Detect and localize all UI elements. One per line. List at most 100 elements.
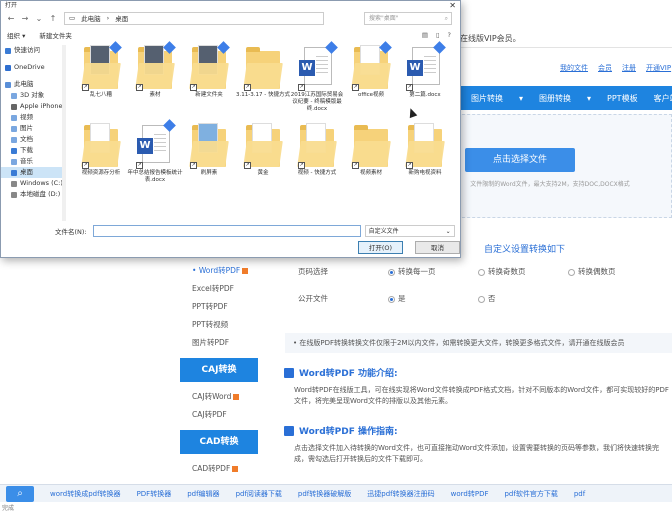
file-item[interactable]: ↗ 刷屏素	[181, 123, 237, 177]
sidebar-item-caj-word[interactable]: CAJ转Word	[180, 388, 258, 406]
file-label: 乱七八糟	[89, 92, 112, 98]
sidebar-head-cad: CAD转换	[180, 430, 258, 454]
nav-item[interactable]: 3D 对象	[1, 90, 64, 101]
nav-item[interactable]: 视频	[1, 112, 64, 123]
radio-public-yes[interactable]: 是	[388, 293, 478, 304]
choose-file-button[interactable]: 点击选择文件	[465, 148, 575, 172]
search-input[interactable]: 搜索"桌面" ⌕	[364, 11, 452, 25]
keyword-link[interactable]: pdf	[574, 490, 585, 498]
keyword-link[interactable]: pdf阅读器下载	[236, 489, 282, 499]
file-item[interactable]: ↗ 视频素材	[343, 123, 399, 177]
file-item[interactable]: ↗ 新购电视资料	[397, 123, 453, 177]
nav-client[interactable]: 客户端	[654, 93, 672, 104]
file-label: 新建文件夹	[195, 92, 223, 98]
breadcrumb-this-pc[interactable]: 此电脑	[81, 13, 101, 23]
dialog-buttons: 打开(O) 取消	[358, 241, 460, 254]
radio-every-page[interactable]: 转换每一页	[388, 266, 478, 277]
new-folder-button[interactable]: 新建文件夹	[39, 30, 72, 40]
back-arrow-icon[interactable]: ←	[4, 14, 18, 23]
folder-icon: ↗	[81, 41, 122, 91]
radio-icon	[478, 268, 485, 276]
filetype-select[interactable]: 自定义文件 ⌄	[364, 225, 455, 237]
file-item[interactable]: W ↗ 第二篇.docx	[397, 41, 453, 99]
nav-item[interactable]: 图片	[1, 123, 64, 134]
keyword-link[interactable]: 迅捷pdf转换器注册码	[367, 489, 434, 499]
link-vip[interactable]: 开通VIP	[646, 63, 671, 73]
nav-item[interactable]: 本地磁盘 (D:)	[1, 189, 64, 200]
nav-item[interactable]: Windows (C:)	[1, 178, 64, 189]
filename-input[interactable]	[92, 225, 361, 237]
custom-settings-title: 自定义设置转换如下	[484, 245, 566, 255]
keyword-link[interactable]: pdf编辑器	[187, 489, 219, 499]
folder-icon: ↗	[351, 41, 392, 91]
sidebar-item-ppt-pdf[interactable]: PPT转PDF	[180, 298, 258, 316]
open-button[interactable]: 打开(O)	[358, 241, 403, 254]
forward-arrow-icon[interactable]: →	[18, 14, 32, 23]
address-bar[interactable]: ▭ 此电脑 › 桌面	[64, 11, 324, 25]
upload-hint: 文件限制的Word文件，最大支持2M，支持DOC,DOCX格式	[470, 181, 630, 188]
convert-sidebar: • Word转PDF Excel转PDF PPT转PDF PPT转视频 图片转P…	[180, 262, 258, 478]
sidebar-item-cad-pdf[interactable]: CAD转PDF	[180, 460, 258, 478]
chevron-down-icon: ⌄	[445, 228, 451, 235]
keyword-link[interactable]: pdf软件官方下载	[504, 489, 557, 499]
keyword-link[interactable]: pdf转换器破解版	[298, 489, 351, 499]
search-icon[interactable]: ⌕	[6, 485, 34, 502]
link-member[interactable]: 会员	[598, 63, 612, 73]
file-item[interactable]: ↗ office视频	[343, 41, 399, 99]
folder-icon: ↗	[189, 41, 230, 91]
folder-icon	[11, 92, 17, 99]
folder-icon	[11, 114, 17, 121]
chevron-down-icon[interactable]: ⌄	[32, 14, 46, 23]
keyword-link[interactable]: PDF转换器	[137, 489, 172, 499]
sidebar-item-caj-pdf[interactable]: CAJ转PDF	[180, 406, 258, 424]
nav-album-convert[interactable]: 图册转换	[539, 93, 571, 104]
folder-icon: ↗	[243, 123, 283, 169]
file-item[interactable]: ↗ 乱七八糟	[73, 41, 129, 99]
help-icon[interactable]: ?	[448, 31, 451, 39]
breadcrumb-desktop[interactable]: 桌面	[115, 13, 128, 23]
file-item[interactable]: ↗ 素材	[127, 41, 183, 99]
nav-item[interactable]: 快速访问	[1, 45, 64, 56]
keyword-link[interactable]: word转PDF	[451, 489, 489, 499]
preview-pane-icon[interactable]: ▯	[436, 31, 440, 39]
sidebar-item-excel-pdf[interactable]: Excel转PDF	[180, 280, 258, 298]
file-item[interactable]: ↗ 3.11-3.17 - 快捷方式	[235, 45, 291, 99]
file-item[interactable]: ↗ 黄金	[235, 123, 291, 177]
dialog-toolbar: 组织 ▾ 新建文件夹 ▤ ▯ ?	[4, 28, 459, 42]
radio-public-no[interactable]: 否	[478, 293, 568, 304]
radio-icon	[478, 295, 485, 303]
keyword-link[interactable]: word转换成pdf转换器	[50, 489, 121, 499]
file-item[interactable]: ↗ 视频资源存分析	[73, 123, 129, 177]
sidebar-item-image-pdf[interactable]: 图片转PDF	[180, 334, 258, 352]
file-item[interactable]: ↗ 新建文件夹	[181, 41, 237, 99]
file-item[interactable]: ↗ 视频 - 快捷方式	[289, 123, 345, 177]
close-icon[interactable]: ✕	[449, 1, 456, 10]
file-item[interactable]: W ↗ 2019江苏国际贸易会议纪要 - 终稿模版最终.docx	[289, 41, 345, 113]
nav-item[interactable]: 下载	[1, 145, 64, 156]
link-my-files[interactable]: 我的文件	[560, 63, 588, 73]
up-arrow-icon[interactable]: ↑	[46, 14, 60, 23]
radio-even-pages[interactable]: 转换偶数页	[568, 266, 658, 277]
nav-item[interactable]: OneDrive	[1, 62, 64, 73]
file-label: 2019江苏国际贸易会议纪要 - 终稿模版最终.docx	[290, 92, 344, 112]
nav-item[interactable]: Apple iPhone	[1, 101, 64, 112]
sidebar-item-ppt-video[interactable]: PPT转视频	[180, 316, 258, 334]
organize-button[interactable]: 组织 ▾	[7, 30, 25, 40]
view-options-icon[interactable]: ▤	[422, 31, 428, 39]
cancel-button[interactable]: 取消	[415, 241, 460, 254]
folder-icon	[11, 103, 17, 110]
nav-image-convert[interactable]: 图片转换	[471, 93, 503, 104]
link-register[interactable]: 注册	[622, 63, 636, 73]
nav-scrollbar[interactable]	[62, 45, 66, 221]
file-grid: ↗ 乱七八糟 ↗ 素材 ↗ 新建文件夹 ↗ 3.11-3.17 - 快捷方式 W ↗ 2019江苏国…	[71, 41, 461, 221]
hot-badge-icon	[242, 268, 249, 274]
radio-odd-pages[interactable]: 转换奇数页	[478, 266, 568, 277]
sidebar-item-word-pdf[interactable]: • Word转PDF	[180, 262, 258, 280]
nav-item[interactable]: 文档	[1, 134, 64, 145]
folder-icon	[5, 81, 11, 88]
nav-item[interactable]: 音乐	[1, 156, 64, 167]
file-item[interactable]: W ↗ 年中总结报告模板统计表.docx	[127, 119, 183, 184]
nav-item[interactable]: 桌面	[1, 167, 64, 178]
nav-ppt-template[interactable]: PPT模板	[607, 93, 638, 104]
nav-item[interactable]: 此电脑	[1, 79, 64, 90]
